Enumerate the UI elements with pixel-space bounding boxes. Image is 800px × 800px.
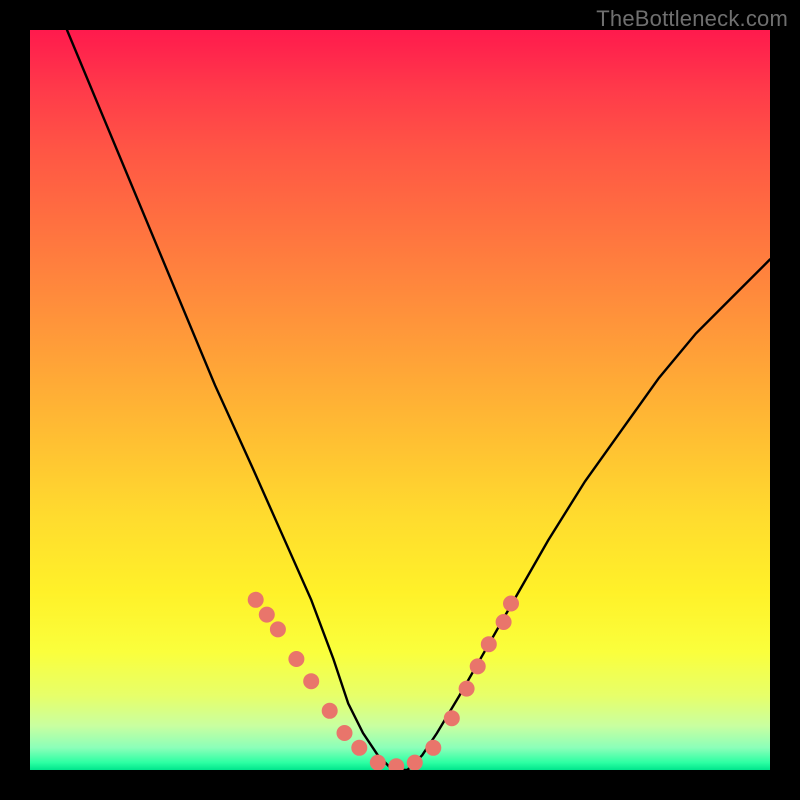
highlight-dot	[337, 725, 353, 741]
highlight-dots-group	[248, 592, 519, 770]
highlight-dot	[470, 658, 486, 674]
highlight-dot	[496, 614, 512, 630]
highlight-dot	[503, 596, 519, 612]
highlight-dot	[388, 758, 404, 770]
highlight-dot	[351, 740, 367, 756]
highlight-dot	[248, 592, 264, 608]
chart-svg	[30, 30, 770, 770]
highlight-dot	[407, 755, 423, 770]
watermark-label: TheBottleneck.com	[596, 6, 788, 32]
plot-area	[30, 30, 770, 770]
highlight-dot	[459, 681, 475, 697]
highlight-dot	[270, 621, 286, 637]
highlight-dot	[425, 740, 441, 756]
highlight-dot	[444, 710, 460, 726]
highlight-dot	[370, 755, 386, 770]
chart-frame: TheBottleneck.com	[0, 0, 800, 800]
bottleneck-curve	[67, 30, 770, 770]
highlight-dot	[259, 607, 275, 623]
highlight-dot	[322, 703, 338, 719]
highlight-dot	[288, 651, 304, 667]
highlight-dot	[303, 673, 319, 689]
highlight-dot	[481, 636, 497, 652]
